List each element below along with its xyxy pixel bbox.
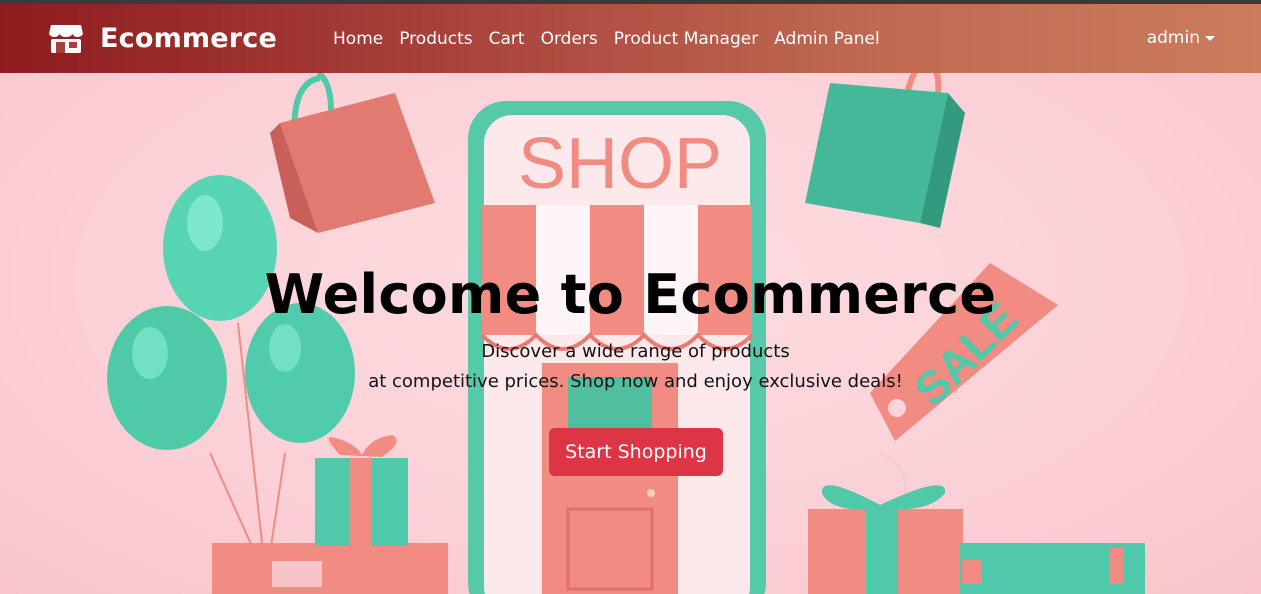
hero-banner: SHOP SALE Welcome to Ecommerce Discover … bbox=[0, 73, 1261, 594]
nav-link-cart[interactable]: Cart bbox=[489, 29, 525, 49]
hero-illustration: SHOP SALE bbox=[107, 73, 1145, 594]
gift-box-icon bbox=[212, 435, 448, 594]
nav-link-product-manager[interactable]: Product Manager bbox=[614, 29, 758, 49]
chevron-down-icon bbox=[1205, 35, 1215, 41]
nav-link-home[interactable]: Home bbox=[333, 29, 383, 49]
user-dropdown[interactable]: admin bbox=[1147, 28, 1215, 48]
nav-link-admin-panel[interactable]: Admin Panel bbox=[774, 29, 879, 49]
navbar: Ecommerce Home Products Cart Orders Prod… bbox=[0, 4, 1261, 73]
nav-link-orders[interactable]: Orders bbox=[541, 29, 598, 49]
shop-sign-text: SHOP bbox=[518, 124, 722, 204]
storefront-icon bbox=[49, 24, 83, 53]
brand-logo[interactable]: Ecommerce bbox=[48, 23, 277, 55]
start-shopping-button[interactable]: Start Shopping bbox=[549, 428, 723, 476]
nav-links: Home Products Cart Orders Product Manage… bbox=[333, 29, 896, 49]
brand-name: Ecommerce bbox=[100, 23, 278, 54]
hero-subtitle-line-1: Discover a wide range of products bbox=[481, 341, 790, 362]
hero-subtitle-line-2: at competitive prices. Shop now and enjo… bbox=[368, 371, 903, 392]
nav-link-products[interactable]: Products bbox=[399, 29, 472, 49]
shopping-bag-icon bbox=[805, 73, 965, 228]
gift-box-icon bbox=[808, 485, 1145, 594]
user-name: admin bbox=[1146, 28, 1200, 48]
shopping-bag-icon bbox=[270, 73, 435, 233]
hero-title: Welcome to Ecommerce bbox=[264, 263, 997, 326]
